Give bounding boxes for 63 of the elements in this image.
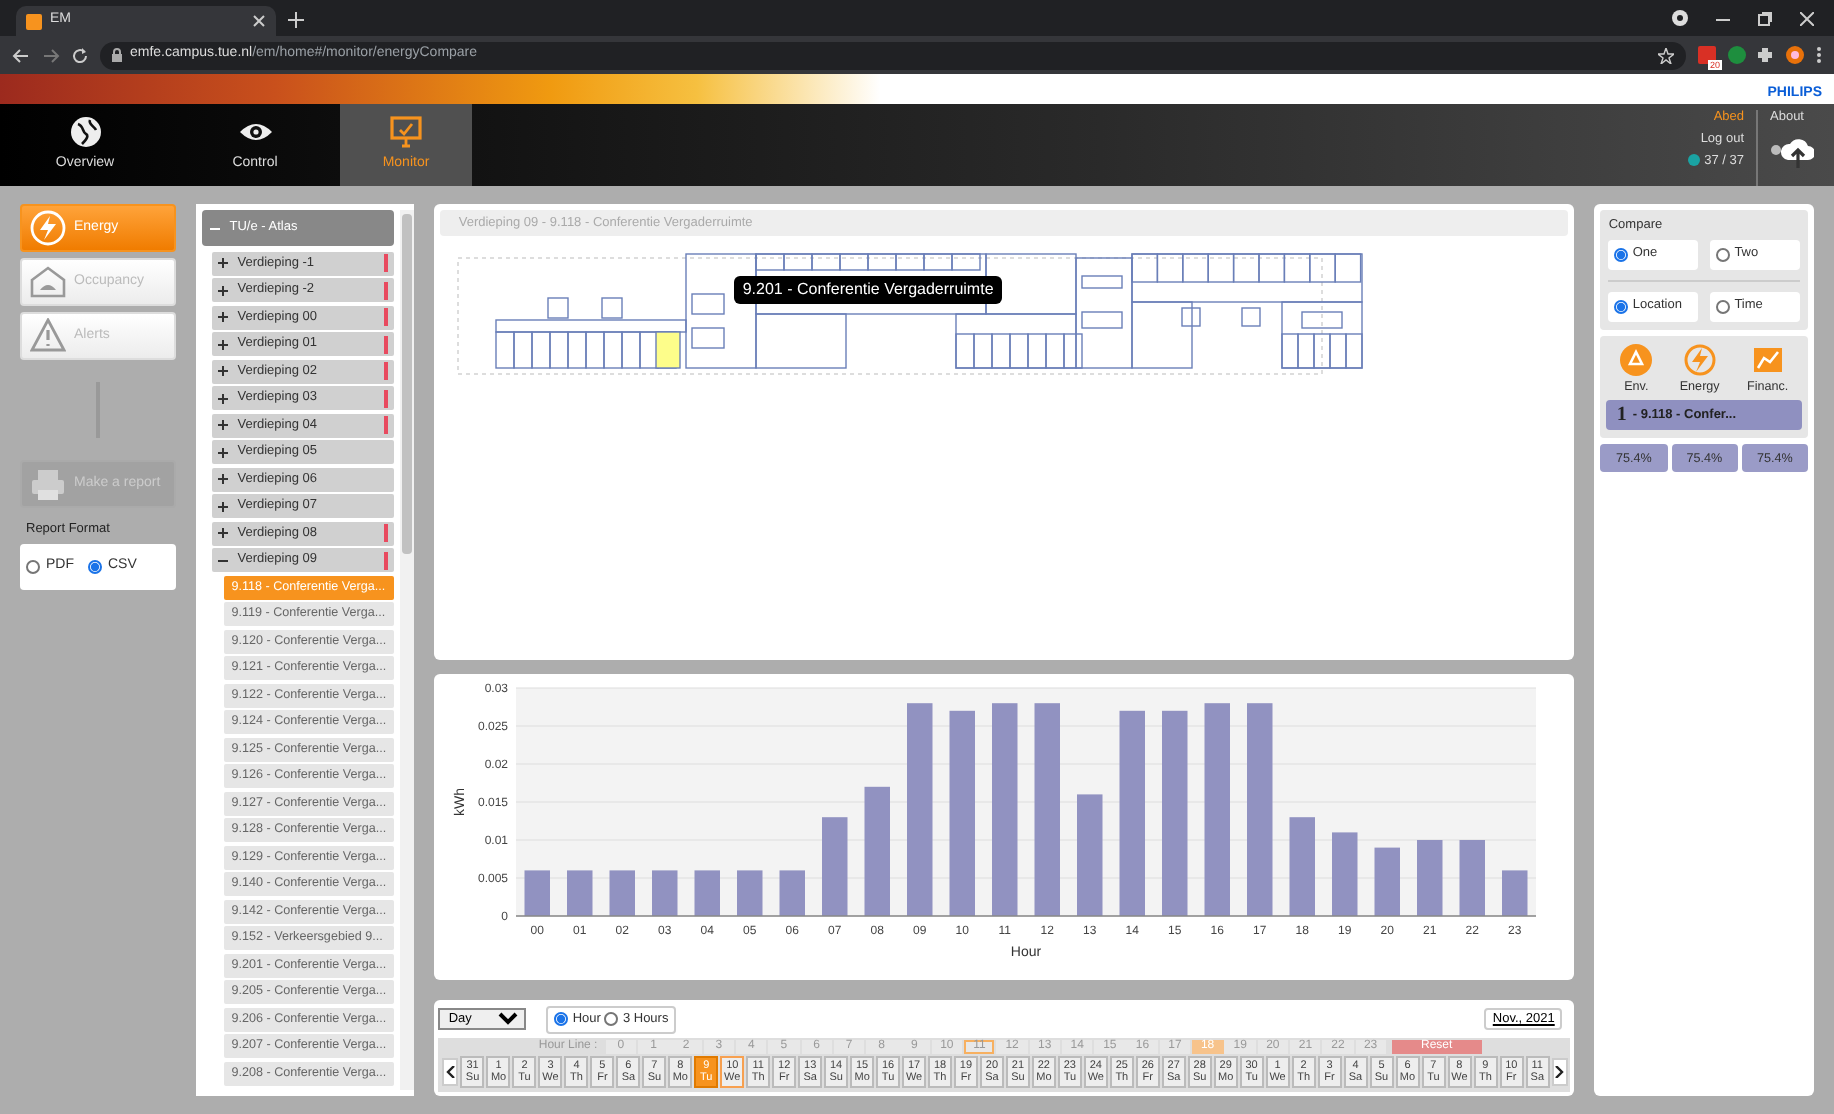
bar [652,870,679,916]
expand-icon[interactable] [217,339,228,349]
expand-icon[interactable] [217,366,228,376]
scrollbar[interactable] [400,210,415,1090]
monitor-icon [390,116,422,149]
expand-icon[interactable] [217,312,228,322]
forward-icon[interactable] [42,47,60,63]
lock-icon [112,48,122,62]
bar [1332,832,1359,916]
bar [695,870,721,916]
warning-icon [30,318,66,354]
restore-icon[interactable] [1758,11,1772,25]
next-button[interactable] [1551,1058,1568,1086]
radio-button[interactable] [554,1012,569,1026]
printer-icon [30,467,66,501]
bar [525,870,551,916]
expand-icon[interactable] [217,420,228,430]
room-tooltip: 9.201 - Conferentie Vergaderruimte [734,276,1002,304]
expand-icon[interactable] [217,528,228,538]
close-icon[interactable] [252,14,266,28]
chevron-right-icon [1554,1066,1565,1078]
profile-icon[interactable] [1672,10,1688,26]
lightning-icon [30,210,66,246]
expand-icon[interactable] [217,501,228,511]
collapse-icon[interactable] [217,555,228,565]
expand-icon[interactable] [217,285,228,295]
favicon-icon [26,13,42,29]
bar [1290,817,1316,916]
close-icon[interactable] [1800,11,1814,25]
bar [822,817,849,916]
bar [1077,794,1104,916]
new-tab-icon[interactable] [288,12,304,28]
bar [865,786,891,916]
bar [567,870,594,916]
bar [1460,840,1486,916]
reload-icon[interactable] [72,47,88,63]
status-dot-icon [1688,154,1701,167]
menu-icon[interactable] [1816,46,1822,64]
collapse-icon[interactable] [209,223,220,233]
previous-button[interactable] [442,1058,459,1086]
expand-icon[interactable] [217,474,228,484]
house-icon [30,264,66,300]
back-icon[interactable] [12,47,30,63]
radio-button[interactable] [1614,299,1629,314]
radio-button[interactable] [1716,299,1731,314]
bar [1417,840,1444,916]
bar [780,870,806,916]
expand-icon[interactable] [217,258,228,268]
bar [1502,870,1529,916]
bookmark-star-icon[interactable] [1658,47,1674,63]
bar [1375,847,1401,916]
highlighted-room[interactable] [656,331,682,369]
profile-avatar-icon[interactable] [1786,46,1804,64]
bar [610,870,636,916]
radio-button[interactable] [604,1012,619,1026]
globe-icon [69,116,101,149]
radio-button[interactable] [1614,247,1629,262]
bar [737,870,764,916]
expand-icon[interactable] [217,393,228,403]
chevron-left-icon [445,1066,456,1078]
extensions-icon[interactable] [1758,46,1774,64]
radio-button[interactable] [1716,247,1731,262]
expand-icon[interactable] [217,447,228,457]
